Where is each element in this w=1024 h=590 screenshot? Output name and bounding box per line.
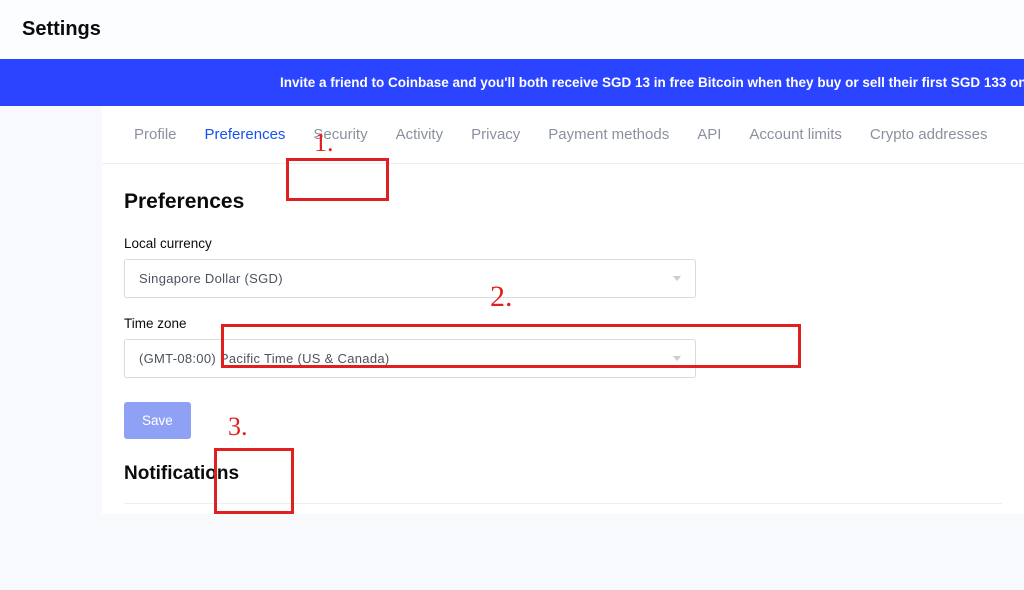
preferences-heading: Preferences xyxy=(124,190,1002,214)
currency-value: Singapore Dollar (SGD) xyxy=(139,271,283,286)
tab-preferences[interactable]: Preferences xyxy=(191,106,300,163)
tab-account-limits[interactable]: Account limits xyxy=(735,106,856,163)
tab-crypto-addresses[interactable]: Crypto addresses xyxy=(856,106,1002,163)
invite-banner[interactable]: Invite a friend to Coinbase and you'll b… xyxy=(0,59,1024,106)
chevron-down-icon xyxy=(673,356,681,361)
tab-profile[interactable]: Profile xyxy=(120,106,191,163)
tab-security[interactable]: Security xyxy=(299,106,381,163)
divider xyxy=(124,503,1002,504)
invite-banner-text: Invite a friend to Coinbase and you'll b… xyxy=(280,75,1024,90)
timezone-group: Time zone (GMT-08:00) Pacific Time (US &… xyxy=(124,316,1002,378)
preferences-section: Preferences Local currency Singapore Dol… xyxy=(102,164,1024,514)
timezone-label: Time zone xyxy=(124,316,1002,331)
currency-select[interactable]: Singapore Dollar (SGD) xyxy=(124,259,696,298)
currency-label: Local currency xyxy=(124,236,1002,251)
timezone-value: (GMT-08:00) Pacific Time (US & Canada) xyxy=(139,351,390,366)
tab-payment-methods[interactable]: Payment methods xyxy=(534,106,683,163)
page-title: Settings xyxy=(22,18,1002,41)
chevron-down-icon xyxy=(673,276,681,281)
page-header: Settings xyxy=(0,0,1024,59)
settings-card: Profile Preferences Security Activity Pr… xyxy=(102,106,1024,514)
timezone-select[interactable]: (GMT-08:00) Pacific Time (US & Canada) xyxy=(124,339,696,378)
tab-activity[interactable]: Activity xyxy=(382,106,458,163)
save-button[interactable]: Save xyxy=(124,402,191,439)
notifications-heading: Notifications xyxy=(124,463,1002,495)
currency-group: Local currency Singapore Dollar (SGD) xyxy=(124,236,1002,298)
tab-api[interactable]: API xyxy=(683,106,735,163)
settings-tabs: Profile Preferences Security Activity Pr… xyxy=(102,106,1024,164)
tab-privacy[interactable]: Privacy xyxy=(457,106,534,163)
